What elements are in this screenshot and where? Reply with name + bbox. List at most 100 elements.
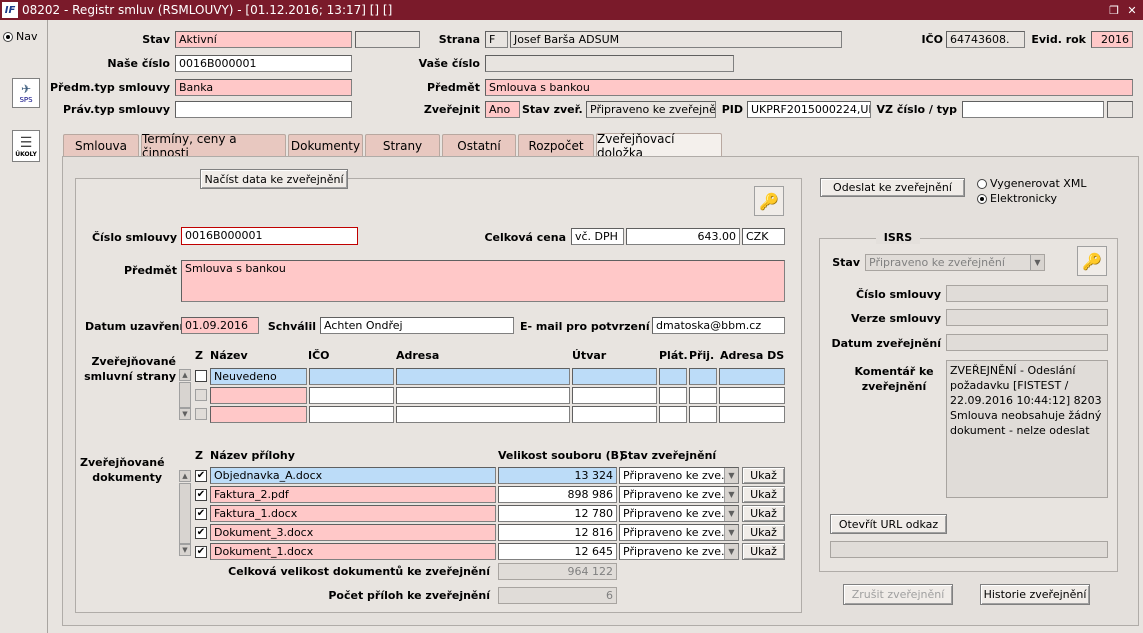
dok-row-2-ukaz-button[interactable]: Ukaž [742, 505, 785, 522]
zrusit-zverejneni-button[interactable]: Zrušit zveřejnění [843, 584, 953, 605]
isrs-komentar-field[interactable]: ZVEŘEJNĚNÍ - Odeslání požadavku [FISTEST… [946, 360, 1108, 498]
strana-field[interactable]: Josef Barša ADSUM [510, 31, 842, 48]
dok-row-4-dropdown-icon[interactable]: ▼ [724, 544, 738, 559]
strany-row-1-adresa-ds[interactable] [719, 387, 785, 404]
email-field[interactable]: dmatoska@bbm.cz [652, 317, 785, 334]
close-icon[interactable]: ✕ [1125, 3, 1139, 17]
dok-row-0-stav[interactable]: Připraveno ke zve... ▼ [619, 467, 739, 484]
isrs-datum-field[interactable] [946, 334, 1108, 351]
dok-scrollbar[interactable] [179, 483, 191, 544]
strany-scroll-up-icon[interactable]: ▲ [179, 369, 191, 381]
strany-scrollbar[interactable] [179, 382, 191, 408]
tab-terminy[interactable]: Termíny, ceny a činnosti [141, 132, 286, 160]
ukoly-button[interactable]: ☰ ÚKOLY [12, 130, 40, 162]
celkova-velikost-field[interactable]: 964 122 [498, 563, 617, 580]
strany-row-2-plat[interactable] [659, 406, 687, 423]
isrs-stav-field[interactable]: Připraveno ke zveřejnění ▼ [865, 254, 1045, 271]
strany-row-0-plat[interactable] [659, 368, 687, 385]
dok-row-3-stav[interactable]: Připraveno ke zve... ▼ [619, 524, 739, 541]
tab-ostatni[interactable]: Ostatní [442, 134, 516, 156]
dok-row-2-velikost[interactable]: 12 780 [498, 505, 617, 522]
radio-elektronicky[interactable]: Elektronicky [977, 192, 1057, 205]
prav-typ-field[interactable] [175, 101, 352, 118]
tab-strany[interactable]: Strany [365, 134, 440, 156]
nav-radio[interactable]: Nav [3, 30, 37, 43]
strany-scroll-down-icon[interactable]: ▼ [179, 408, 191, 420]
dok-row-1-dropdown-icon[interactable]: ▼ [724, 487, 738, 502]
dok-row-1-velikost[interactable]: 898 986 [498, 486, 617, 503]
strany-row-0-prij[interactable] [689, 368, 717, 385]
zverejnit-field[interactable]: Ano [485, 101, 520, 118]
dok-row-1-checkbox[interactable]: ✔ [195, 489, 207, 501]
strana-code-field[interactable]: F [485, 31, 508, 48]
vz-typ-field[interactable] [1107, 101, 1133, 118]
dok-row-0-nazev[interactable]: Objednavka_A.docx [210, 467, 496, 484]
strany-row-1-ico[interactable] [309, 387, 394, 404]
nase-cislo-field[interactable]: 0016B000001 [175, 55, 352, 72]
dok-row-3-ukaz-button[interactable]: Ukaž [742, 524, 785, 541]
strany-row-1-checkbox[interactable] [195, 389, 207, 401]
url-field[interactable] [830, 541, 1108, 558]
dok-row-0-checkbox[interactable]: ✔ [195, 470, 207, 482]
isrs-stav-dropdown-icon[interactable]: ▼ [1030, 255, 1044, 270]
stav-zver-field[interactable]: Připraveno ke zveřejnění [586, 101, 716, 118]
tab-zverejnovaci-dolozka[interactable]: Zveřejňovací doložka [596, 132, 722, 160]
strany-row-2-adresa-ds[interactable] [719, 406, 785, 423]
isrs-key-icon[interactable]: 🔑 [1077, 246, 1107, 276]
evid-rok-field[interactable]: 2016 [1091, 31, 1133, 48]
ico-field[interactable]: 64743608. [946, 31, 1025, 48]
dok-row-1-ukaz-button[interactable]: Ukaž [742, 486, 785, 503]
radio-elektronicky-icon[interactable] [977, 193, 987, 204]
strany-row-0-utvar[interactable] [572, 368, 657, 385]
dok-row-3-dropdown-icon[interactable]: ▼ [724, 525, 738, 540]
strany-row-2-adresa[interactable] [396, 406, 570, 423]
dok-row-3-velikost[interactable]: 12 816 [498, 524, 617, 541]
dok-row-3-nazev[interactable]: Dokument_3.docx [210, 524, 496, 541]
dok-row-3-checkbox[interactable]: ✔ [195, 527, 207, 539]
pocet-priloh-field[interactable]: 6 [498, 587, 617, 604]
odeslat-button[interactable]: Odeslat ke zveřejnění [820, 178, 965, 197]
dok-row-4-checkbox[interactable]: ✔ [195, 546, 207, 558]
dok-row-2-dropdown-icon[interactable]: ▼ [724, 506, 738, 521]
isrs-verze-field[interactable] [946, 309, 1108, 326]
tab-smlouva[interactable]: Smlouva [63, 134, 139, 156]
isrs-cislo-field[interactable] [946, 285, 1108, 302]
strany-row-0-checkbox[interactable] [195, 370, 207, 382]
strany-row-1-adresa[interactable] [396, 387, 570, 404]
radio-xml-icon[interactable] [977, 178, 987, 189]
cena-field[interactable]: 643.00 [626, 228, 740, 245]
tab-rozpocet[interactable]: Rozpočet [518, 134, 594, 156]
datum-uzavreni-field[interactable]: 01.09.2016 [181, 317, 259, 334]
strany-row-1-plat[interactable] [659, 387, 687, 404]
strany-row-2-prij[interactable] [689, 406, 717, 423]
strany-row-2-checkbox[interactable] [195, 408, 207, 420]
strany-row-2-nazev[interactable] [210, 406, 307, 423]
dok-scroll-down-icon[interactable]: ▼ [179, 544, 191, 556]
predmet-field[interactable]: Smlouva s bankou [485, 79, 1133, 96]
dok-row-4-ukaz-button[interactable]: Ukaž [742, 543, 785, 560]
otevrit-url-button[interactable]: Otevřít URL odkaz [830, 514, 947, 534]
predmet-form-field[interactable]: Smlouva s bankou [181, 260, 785, 302]
dok-row-1-nazev[interactable]: Faktura_2.pdf [210, 486, 496, 503]
dok-row-0-ukaz-button[interactable]: Ukaž [742, 467, 785, 484]
predm-typ-field[interactable]: Banka [175, 79, 352, 96]
cena-typ-field[interactable]: vč. DPH [571, 228, 624, 245]
strany-row-2-utvar[interactable] [572, 406, 657, 423]
stav-field[interactable]: Aktivní [175, 31, 352, 48]
dok-row-2-nazev[interactable]: Faktura_1.docx [210, 505, 496, 522]
sps-button[interactable]: ✈ SPS [12, 78, 40, 108]
strany-row-1-prij[interactable] [689, 387, 717, 404]
radio-xml[interactable]: Vygenerovat XML [977, 177, 1086, 190]
dok-row-4-velikost[interactable]: 12 645 [498, 543, 617, 560]
dok-row-2-stav[interactable]: Připraveno ke zve... ▼ [619, 505, 739, 522]
dok-row-0-velikost[interactable]: 13 324 [498, 467, 617, 484]
strany-row-1-utvar[interactable] [572, 387, 657, 404]
vase-cislo-field[interactable] [485, 55, 734, 72]
stav-extra-field[interactable] [355, 31, 420, 48]
pid-field[interactable]: UKPRF2015000224,UKPF [747, 101, 871, 118]
strany-row-0-nazev[interactable]: Neuvedeno [210, 368, 307, 385]
nav-radio-icon[interactable] [3, 31, 13, 42]
tab-dokumenty[interactable]: Dokumenty [288, 134, 363, 156]
key-icon[interactable]: 🔑 [754, 186, 784, 216]
dok-row-4-nazev[interactable]: Dokument_1.docx [210, 543, 496, 560]
